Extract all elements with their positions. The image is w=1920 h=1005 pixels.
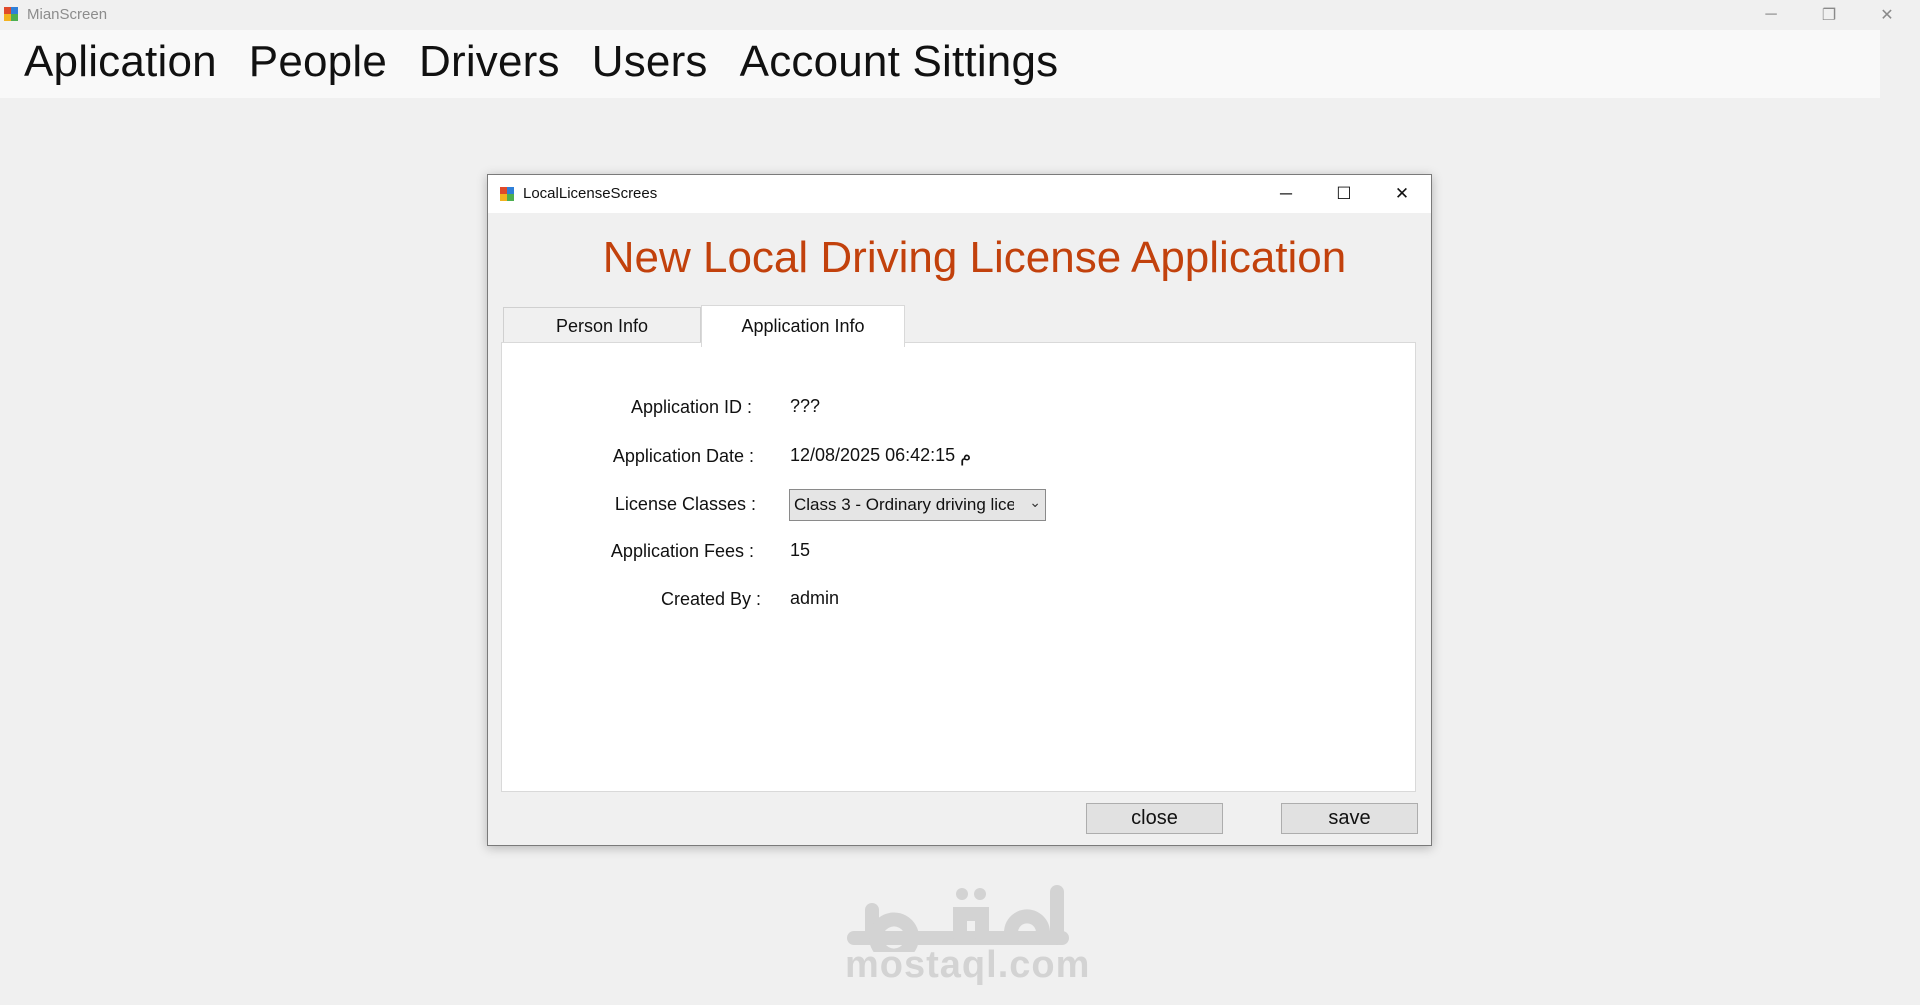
watermark-text: mostaql.com	[845, 944, 1091, 986]
tab-application-info[interactable]: Application Info	[701, 305, 905, 347]
license-classes-label: License Classes :	[614, 494, 756, 514]
menu-item-drivers[interactable]: Drivers	[407, 37, 580, 91]
application-fees-label: Application Fees :	[610, 541, 754, 561]
dialog-title: LocalLicenseScrees	[523, 185, 658, 202]
dialog-close-button[interactable]: ✕	[1373, 175, 1431, 213]
page-title: New Local Driving License Application	[602, 233, 1347, 282]
minimize-button[interactable]: ─	[1742, 0, 1800, 30]
save-button[interactable]: save	[1281, 803, 1418, 834]
close-icon: ✕	[1394, 184, 1410, 203]
dialog-titlebar: LocalLicenseScrees ─ ☐ ✕	[488, 175, 1431, 213]
license-classes-selected: Class 3 - Ordinary driving license	[794, 495, 1014, 514]
main-window-title: MianScreen	[27, 6, 108, 23]
close-button[interactable]: close	[1086, 803, 1223, 834]
application-id-value: ???	[790, 396, 821, 416]
created-by-value: admin	[790, 588, 840, 608]
app-icon	[4, 7, 18, 21]
main-titlebar: MianScreen ─ ❐ ✕	[0, 0, 1920, 30]
application-fees-value: 15	[790, 540, 811, 560]
menu-bar: Aplication People Drivers Users Account …	[0, 30, 1880, 98]
app-icon	[500, 187, 514, 201]
chevron-down-icon: ⌄	[1029, 494, 1041, 510]
license-classes-select[interactable]: Class 3 - Ordinary driving license ⌄	[789, 489, 1046, 521]
application-id-label: Application ID :	[630, 397, 752, 417]
tab-person-info[interactable]: Person Info	[503, 307, 701, 345]
minimize-icon: ─	[1765, 6, 1777, 23]
menu-item-aplication[interactable]: Aplication	[12, 37, 237, 91]
menu-item-users[interactable]: Users	[580, 37, 728, 91]
mostaql-watermark-logo	[847, 885, 1069, 952]
local-license-dialog: LocalLicenseScrees ─ ☐ ✕ New Local Drivi…	[487, 174, 1432, 846]
restore-button[interactable]: ❐	[1800, 0, 1858, 30]
application-date-label: Application Date :	[612, 446, 754, 466]
application-info-panel: Application ID : ??? Application Date : …	[501, 342, 1416, 792]
application-date-value: 12/08/2025 06:42:15 م	[790, 445, 972, 465]
maximize-icon: ☐	[1336, 184, 1352, 203]
minimize-icon: ─	[1279, 184, 1293, 203]
close-window-button[interactable]: ✕	[1858, 0, 1916, 30]
dialog-minimize-button[interactable]: ─	[1257, 175, 1315, 213]
menu-item-account-sittings[interactable]: Account Sittings	[728, 37, 1079, 91]
menu-item-people[interactable]: People	[237, 37, 407, 91]
restore-icon: ❐	[1821, 7, 1837, 24]
created-by-label: Created By :	[660, 589, 761, 609]
close-icon: ✕	[1880, 7, 1894, 24]
dialog-maximize-button[interactable]: ☐	[1315, 175, 1373, 213]
